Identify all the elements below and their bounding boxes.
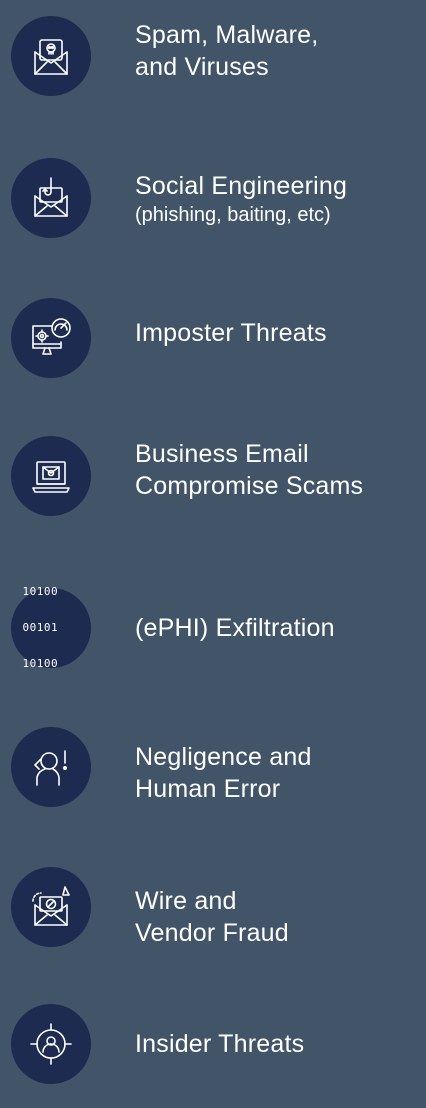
envelope-skull-icon [11,16,91,96]
threat-title-line2: and Viruses [135,53,269,81]
threat-title-line2: Compromise Scams [135,472,364,500]
person-target-icon [11,1004,91,1084]
monitor-gear-gauge-icon [11,298,91,378]
threat-item-social-engineering: Social Engineering (phishing, baiting, e… [0,140,426,240]
threat-title-line1: Insider Threats [135,1030,305,1058]
person-alert-icon [11,727,91,807]
threat-subtitle: (phishing, baiting, etc) [135,204,331,226]
binary-line: 10100 [22,657,59,670]
threat-item-negligence: Negligence and Human Error [0,700,426,807]
threat-list: Spam, Malware, and Viruses Social Engine… [0,0,426,1108]
envelope-block-icon [11,867,91,947]
threat-item-wire-vendor-fraud: Wire and Vendor Fraud [0,840,426,947]
threat-item-exfiltration: 10100 00101 10100 (ePHI) Exfiltration [0,560,426,670]
threat-title-line1: Wire and [135,887,237,915]
threat-title-line1: Spam, Malware, [135,21,319,49]
threat-item-spam-malware: Spam, Malware, and Viruses [0,0,426,100]
threat-title-line2: Vendor Fraud [135,919,289,947]
threat-title-line1: (ePHI) Exfiltration [135,614,335,642]
threat-title-line1: Social Engineering [135,172,348,200]
threat-item-insider: Insider Threats [0,990,426,1090]
threat-item-imposter: Imposter Threats [0,280,426,380]
binary-code-icon: 10100 00101 10100 [11,585,91,670]
threat-title-line1: Imposter Threats [135,319,327,347]
threat-item-business-email: Business Email Compromise Scams [0,420,426,520]
threat-title-line1: Business Email [135,440,309,468]
threat-title-line1: Negligence and [135,743,312,771]
envelope-phishing-hook-icon [11,158,91,238]
binary-line: 00101 [22,621,59,634]
laptop-email-icon [11,436,91,516]
binary-line: 10100 [22,585,59,598]
threat-title-line2: Human Error [135,775,281,803]
